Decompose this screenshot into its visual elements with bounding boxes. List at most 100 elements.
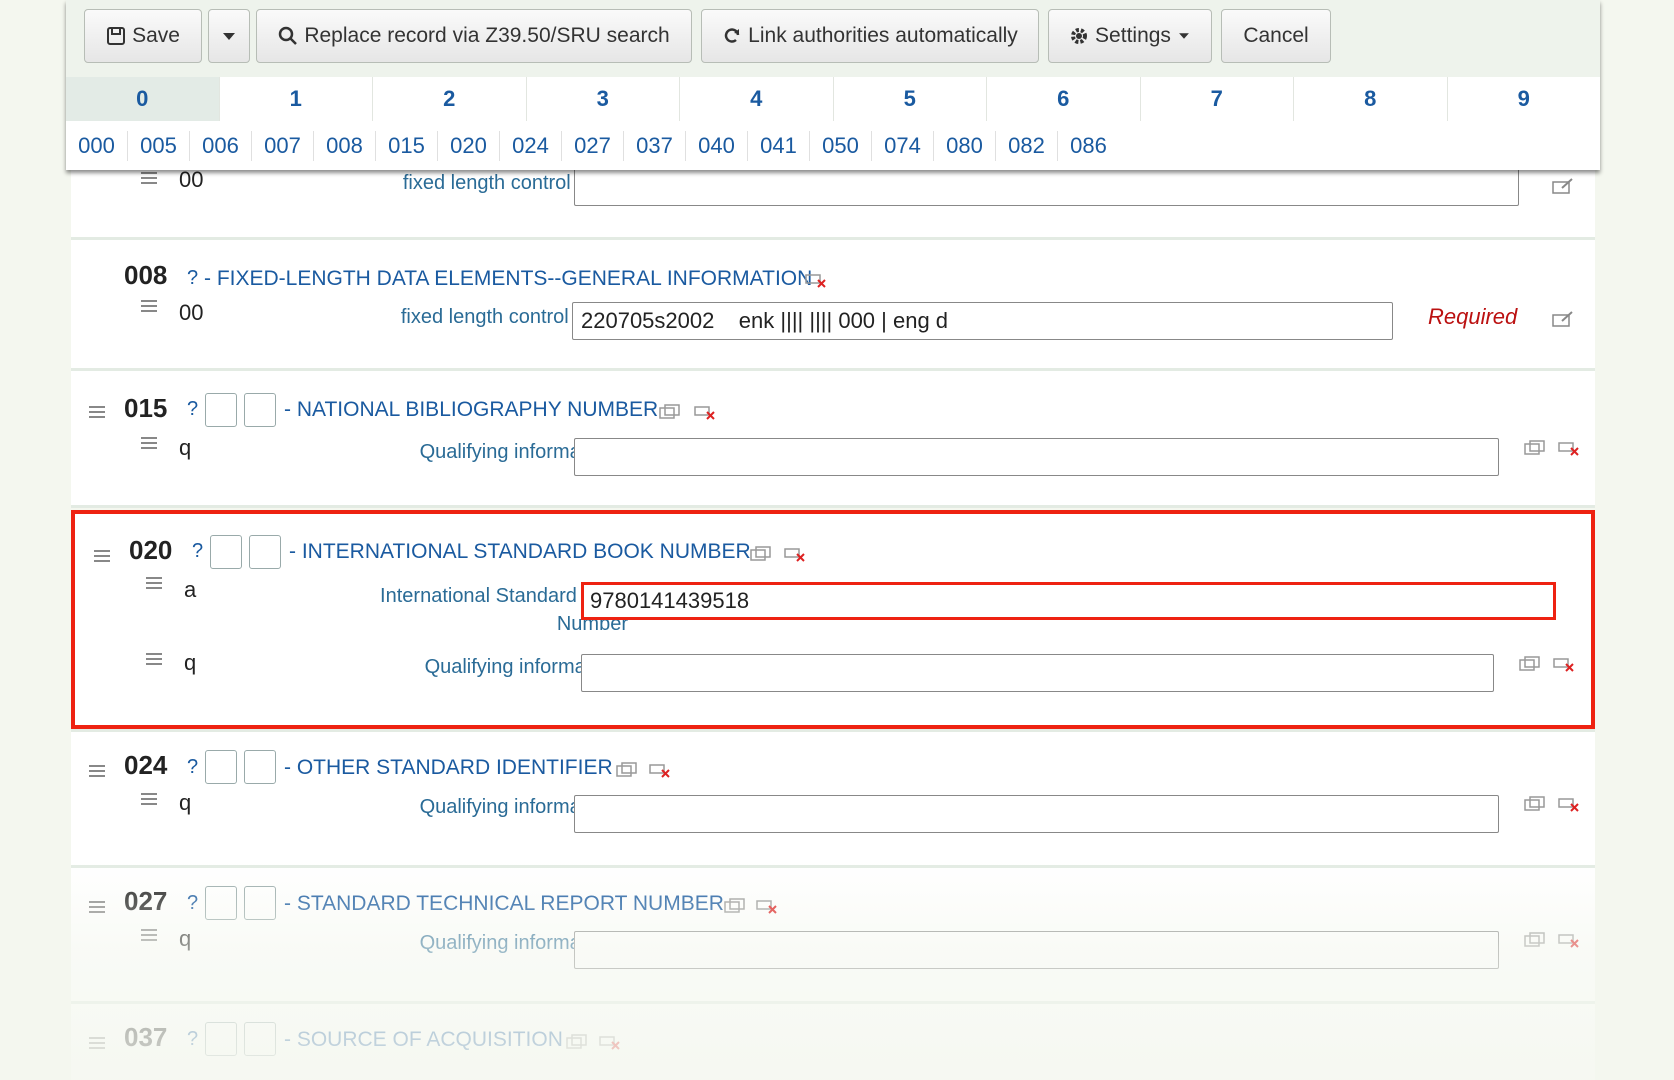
indicator-2-input[interactable] [249, 535, 281, 569]
tab-1[interactable]: 1 [218, 77, 372, 121]
delete-subfield-icon[interactable] [1558, 796, 1580, 812]
field-006-input[interactable] [574, 168, 1519, 206]
clone-field-icon[interactable] [616, 762, 638, 778]
clone-subfield-icon[interactable] [1524, 932, 1546, 948]
link-authorities-button[interactable]: Link authorities automatically [701, 9, 1039, 63]
delete-subfield-icon[interactable] [1553, 656, 1575, 672]
save-dropdown-button[interactable] [208, 9, 250, 63]
drag-handle-icon[interactable] [89, 406, 105, 418]
clone-field-icon[interactable] [566, 1034, 588, 1050]
tab-0[interactable]: 0 [66, 77, 219, 121]
drag-handle-icon[interactable] [146, 653, 162, 665]
drag-handle-icon[interactable] [141, 172, 157, 184]
drag-handle-icon[interactable] [146, 577, 162, 589]
field-027-block: 027 ? - STANDARD TECHNICAL REPORT NUMBER… [71, 868, 1595, 1004]
field-015-q-input[interactable] [574, 438, 1499, 476]
field-title[interactable]: - FIXED-LENGTH DATA ELEMENTS--GENERAL IN… [204, 267, 812, 291]
subtab-006[interactable]: 006 [190, 130, 252, 161]
delete-field-icon[interactable] [784, 546, 806, 562]
subtab-040[interactable]: 040 [686, 130, 748, 161]
drag-handle-icon[interactable] [94, 550, 110, 562]
clone-field-icon[interactable] [659, 404, 681, 420]
delete-subfield-icon[interactable] [1558, 932, 1580, 948]
indicator-1-input[interactable] [205, 1022, 237, 1056]
indicator-2-input[interactable] [244, 1022, 276, 1056]
subtab-050[interactable]: 050 [810, 130, 872, 161]
tag-number: 027 [124, 886, 168, 916]
subtab-027[interactable]: 027 [562, 130, 624, 161]
tag-help-link[interactable]: ? [187, 756, 198, 779]
tab-2[interactable]: 2 [372, 77, 526, 121]
drag-handle-icon[interactable] [141, 300, 157, 312]
field-024-q-input[interactable] [574, 795, 1499, 833]
settings-button[interactable]: Settings [1048, 9, 1212, 63]
subtab-024[interactable]: 024 [500, 130, 562, 161]
field-title[interactable]: - NATIONAL BIBLIOGRAPHY NUMBER [284, 398, 658, 422]
indicator-2-input[interactable] [244, 750, 276, 784]
clone-field-icon[interactable] [724, 898, 746, 914]
drag-handle-icon[interactable] [89, 901, 105, 913]
indicator-2-input[interactable] [244, 886, 276, 920]
delete-subfield-icon[interactable] [1558, 440, 1580, 456]
delete-field-icon[interactable] [694, 404, 716, 420]
cancel-button[interactable]: Cancel [1221, 9, 1331, 63]
field-027-q-input[interactable] [574, 931, 1499, 969]
delete-field-icon[interactable] [805, 272, 827, 288]
tag-help-link[interactable]: ? [187, 892, 198, 915]
tab-8[interactable]: 8 [1293, 77, 1447, 121]
subtab-074[interactable]: 074 [872, 130, 934, 161]
subfield-code: q [184, 650, 197, 675]
subtab-008[interactable]: 008 [314, 130, 376, 161]
replace-record-button[interactable]: Replace record via Z39.50/SRU search [256, 9, 692, 63]
isbn-input[interactable] [581, 582, 1556, 620]
tag-help-link[interactable]: ? [187, 267, 198, 290]
field-020-block: 020 ? - INTERNATIONAL STANDARD BOOK NUMB… [71, 510, 1595, 732]
field-008-input[interactable] [572, 302, 1393, 340]
subtab-082[interactable]: 082 [996, 130, 1058, 161]
field-title[interactable]: - OTHER STANDARD IDENTIFIER [284, 756, 613, 780]
drag-handle-icon[interactable] [141, 437, 157, 449]
subtab-007[interactable]: 007 [252, 130, 314, 161]
field-title[interactable]: - SOURCE OF ACQUISITION [284, 1028, 563, 1052]
drag-handle-icon[interactable] [141, 793, 157, 805]
indicator-2-input[interactable] [244, 393, 276, 427]
drag-handle-icon[interactable] [89, 765, 105, 777]
tab-6[interactable]: 6 [986, 77, 1140, 121]
tab-3[interactable]: 3 [525, 77, 679, 121]
indicator-1-input[interactable] [205, 886, 237, 920]
subtab-020[interactable]: 020 [438, 130, 500, 161]
tab-7[interactable]: 7 [1139, 77, 1293, 121]
drag-handle-icon[interactable] [89, 1037, 105, 1049]
field-020-q-input[interactable] [581, 654, 1494, 692]
subtab-086[interactable]: 086 [1058, 131, 1119, 161]
tag-help-link[interactable]: ? [187, 398, 198, 421]
tag-number: 024 [124, 750, 168, 780]
subtab-005[interactable]: 005 [128, 130, 190, 161]
indicator-1-input[interactable] [210, 535, 242, 569]
tab-9[interactable]: 9 [1446, 77, 1600, 121]
indicator-1-input[interactable] [205, 393, 237, 427]
clone-subfield-icon[interactable] [1519, 656, 1541, 672]
delete-field-icon[interactable] [756, 898, 778, 914]
edit-icon[interactable] [1552, 178, 1574, 194]
tab-4[interactable]: 4 [679, 77, 833, 121]
subtab-015[interactable]: 015 [376, 130, 438, 161]
indicator-1-input[interactable] [205, 750, 237, 784]
tab-5[interactable]: 5 [832, 77, 986, 121]
tag-help-link[interactable]: ? [187, 1028, 198, 1051]
clone-field-icon[interactable] [750, 546, 772, 562]
field-title[interactable]: - INTERNATIONAL STANDARD BOOK NUMBER [289, 540, 751, 564]
tag-help-link[interactable]: ? [192, 540, 203, 563]
subtab-080[interactable]: 080 [934, 130, 996, 161]
drag-handle-icon[interactable] [141, 929, 157, 941]
delete-field-icon[interactable] [599, 1034, 621, 1050]
delete-field-icon[interactable] [649, 762, 671, 778]
save-button[interactable]: Save [84, 9, 202, 63]
subtab-000[interactable]: 000 [66, 130, 128, 161]
clone-subfield-icon[interactable] [1524, 796, 1546, 812]
clone-subfield-icon[interactable] [1524, 440, 1546, 456]
subtab-041[interactable]: 041 [748, 130, 810, 161]
edit-icon[interactable] [1552, 311, 1574, 327]
field-title[interactable]: - STANDARD TECHNICAL REPORT NUMBER [284, 892, 724, 916]
subtab-037[interactable]: 037 [624, 130, 686, 161]
